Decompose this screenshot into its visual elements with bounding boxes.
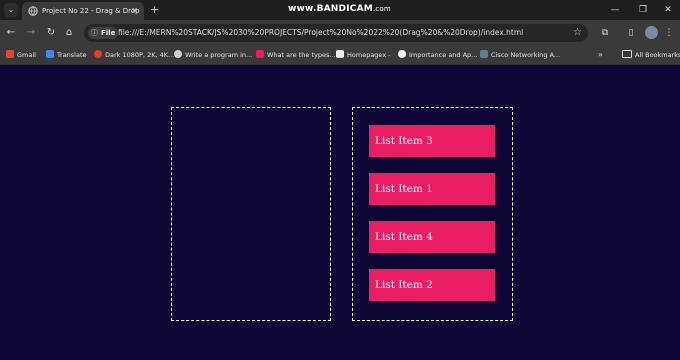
bookmark-homepagex[interactable]: Homepagex - [336, 46, 391, 64]
menu-icon[interactable]: ⋮ [662, 26, 676, 40]
bookmark-gmail[interactable]: Gmail [6, 46, 36, 64]
right-drop-zone[interactable]: List Item 3 List Item 1 List Item 4 List… [352, 107, 513, 321]
back-button[interactable]: ← [4, 26, 18, 40]
site-info-chip[interactable]: ⓘ File [88, 27, 118, 39]
minimize-button[interactable]: — [602, 0, 628, 20]
reload-button[interactable]: ↻ [44, 26, 58, 40]
all-bookmarks-label: All Bookmarks [635, 51, 680, 59]
tab-search-button[interactable]: ⌄ [4, 3, 18, 17]
tab-strip: ⌄ Project No 22 - Drag & Drop ✕ + www.BA… [0, 0, 680, 20]
all-bookmarks-button[interactable]: All Bookmarks [622, 46, 680, 64]
list-item[interactable]: List Item 3 [369, 125, 495, 157]
folder-icon [622, 50, 632, 58]
bookmark-label: Importance and Ap... [409, 51, 478, 59]
google-icon [398, 50, 406, 58]
bookmark-dark-wallpapers[interactable]: Dark 1080P, 2K, 4K... [94, 46, 174, 64]
url-text[interactable]: file:///E:/MERN%20STACK/JS%2030%20PROJEC… [118, 24, 523, 42]
bookmark-label: Cisco Networking A... [491, 51, 561, 59]
list-item[interactable]: List Item 2 [369, 269, 495, 301]
list-item[interactable]: List Item 1 [369, 173, 495, 205]
bookmark-label: Translate [57, 51, 87, 59]
bookmark-translate[interactable]: Translate [46, 46, 87, 64]
translate-icon [46, 50, 54, 58]
tab-title: Project No 22 - Drag & Drop [42, 7, 140, 15]
pin-icon [94, 50, 102, 58]
bookmark-write-program[interactable]: Write a program in... [174, 46, 252, 64]
watermark-main: www.BANDICAM [288, 4, 373, 14]
bookmark-importance[interactable]: Importance and Ap... [398, 46, 477, 64]
tab-close-icon[interactable]: ✕ [131, 2, 138, 20]
active-tab[interactable]: Project No 22 - Drag & Drop ✕ [22, 2, 144, 20]
cisco-icon [480, 50, 488, 58]
side-panel-icon[interactable]: ▯ [624, 26, 638, 40]
globe-icon [28, 6, 38, 16]
restore-button[interactable]: ❐ [630, 0, 656, 20]
bookmark-star-icon[interactable]: ☆ [573, 24, 582, 42]
extensions-icon[interactable]: ⧉ [598, 26, 612, 40]
t-logo-icon [256, 50, 264, 58]
site-info-label: File [101, 29, 116, 37]
site-icon [174, 50, 182, 58]
bookmark-label: Write a program in... [185, 51, 253, 59]
browser-toolbar: ← → ↻ ⌂ ⓘ File file:///E:/MERN%20STACK/J… [0, 20, 680, 46]
bookmark-cisco[interactable]: Cisco Networking A... [480, 46, 560, 64]
bookmarks-bar: Gmail Translate Dark 1080P, 2K, 4K... Wr… [0, 46, 680, 65]
page-viewport: List Item 3 List Item 1 List Item 4 List… [0, 65, 680, 360]
bookmark-types[interactable]: What are the types... [256, 46, 336, 64]
profile-avatar[interactable] [645, 26, 658, 39]
bookmark-label: Gmail [17, 51, 36, 59]
home-icon[interactable]: ⌂ [62, 26, 76, 40]
watermark-suffix: .com [372, 5, 391, 13]
bookmark-label: Dark 1080P, 2K, 4K... [105, 51, 175, 59]
address-bar[interactable]: ⓘ File file:///E:/MERN%20STACK/JS%2030%2… [84, 24, 588, 42]
recording-watermark: www.BANDICAM.com [288, 3, 391, 15]
bookmark-label: Homepagex - [347, 51, 391, 59]
left-drop-zone[interactable] [171, 107, 331, 321]
close-window-button[interactable]: ✕ [655, 0, 680, 20]
more-bookmarks-icon[interactable]: » [598, 46, 603, 64]
bookmark-label: What are the types... [267, 51, 336, 59]
new-tab-button[interactable]: + [150, 2, 159, 18]
page-icon [336, 50, 344, 58]
forward-button[interactable]: → [24, 26, 38, 40]
list-item[interactable]: List Item 4 [369, 221, 495, 253]
info-icon: ⓘ [91, 29, 98, 37]
gmail-icon [6, 50, 14, 58]
